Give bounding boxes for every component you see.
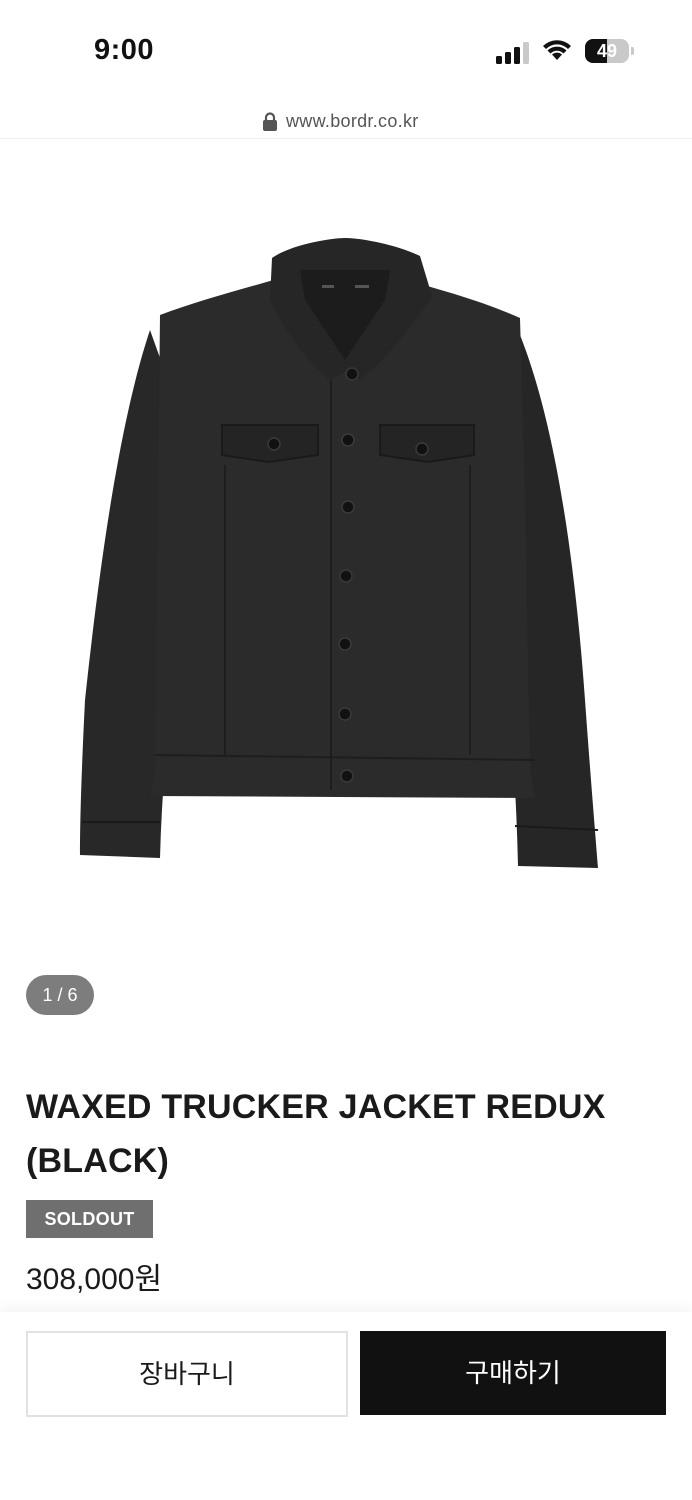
lock-icon bbox=[263, 112, 277, 131]
battery-level: 49 bbox=[596, 41, 618, 61]
bottom-action-bar: 장바구니 구매하기 bbox=[0, 1312, 692, 1500]
product-title: WAXED TRUCKER JACKET REDUX (BLACK) bbox=[26, 1088, 606, 1180]
product-image[interactable] bbox=[0, 139, 692, 969]
wifi-icon bbox=[543, 40, 571, 60]
signal-icon bbox=[496, 42, 529, 64]
address-bar[interactable]: www.bordr.co.kr bbox=[0, 104, 692, 139]
product-price: 308,000원 bbox=[26, 1263, 163, 1296]
status-time: 9:00 bbox=[94, 34, 155, 66]
status-badge: SOLDOUT bbox=[26, 1200, 153, 1238]
url-text: www.bordr.co.kr bbox=[286, 111, 419, 131]
add-to-cart-button[interactable]: 장바구니 bbox=[26, 1331, 348, 1417]
image-counter: 1 / 6 bbox=[26, 975, 94, 1015]
status-bar: 9:00 49 bbox=[0, 0, 692, 100]
buy-now-button[interactable]: 구매하기 bbox=[360, 1331, 666, 1415]
battery-icon: 49 bbox=[585, 39, 635, 65]
